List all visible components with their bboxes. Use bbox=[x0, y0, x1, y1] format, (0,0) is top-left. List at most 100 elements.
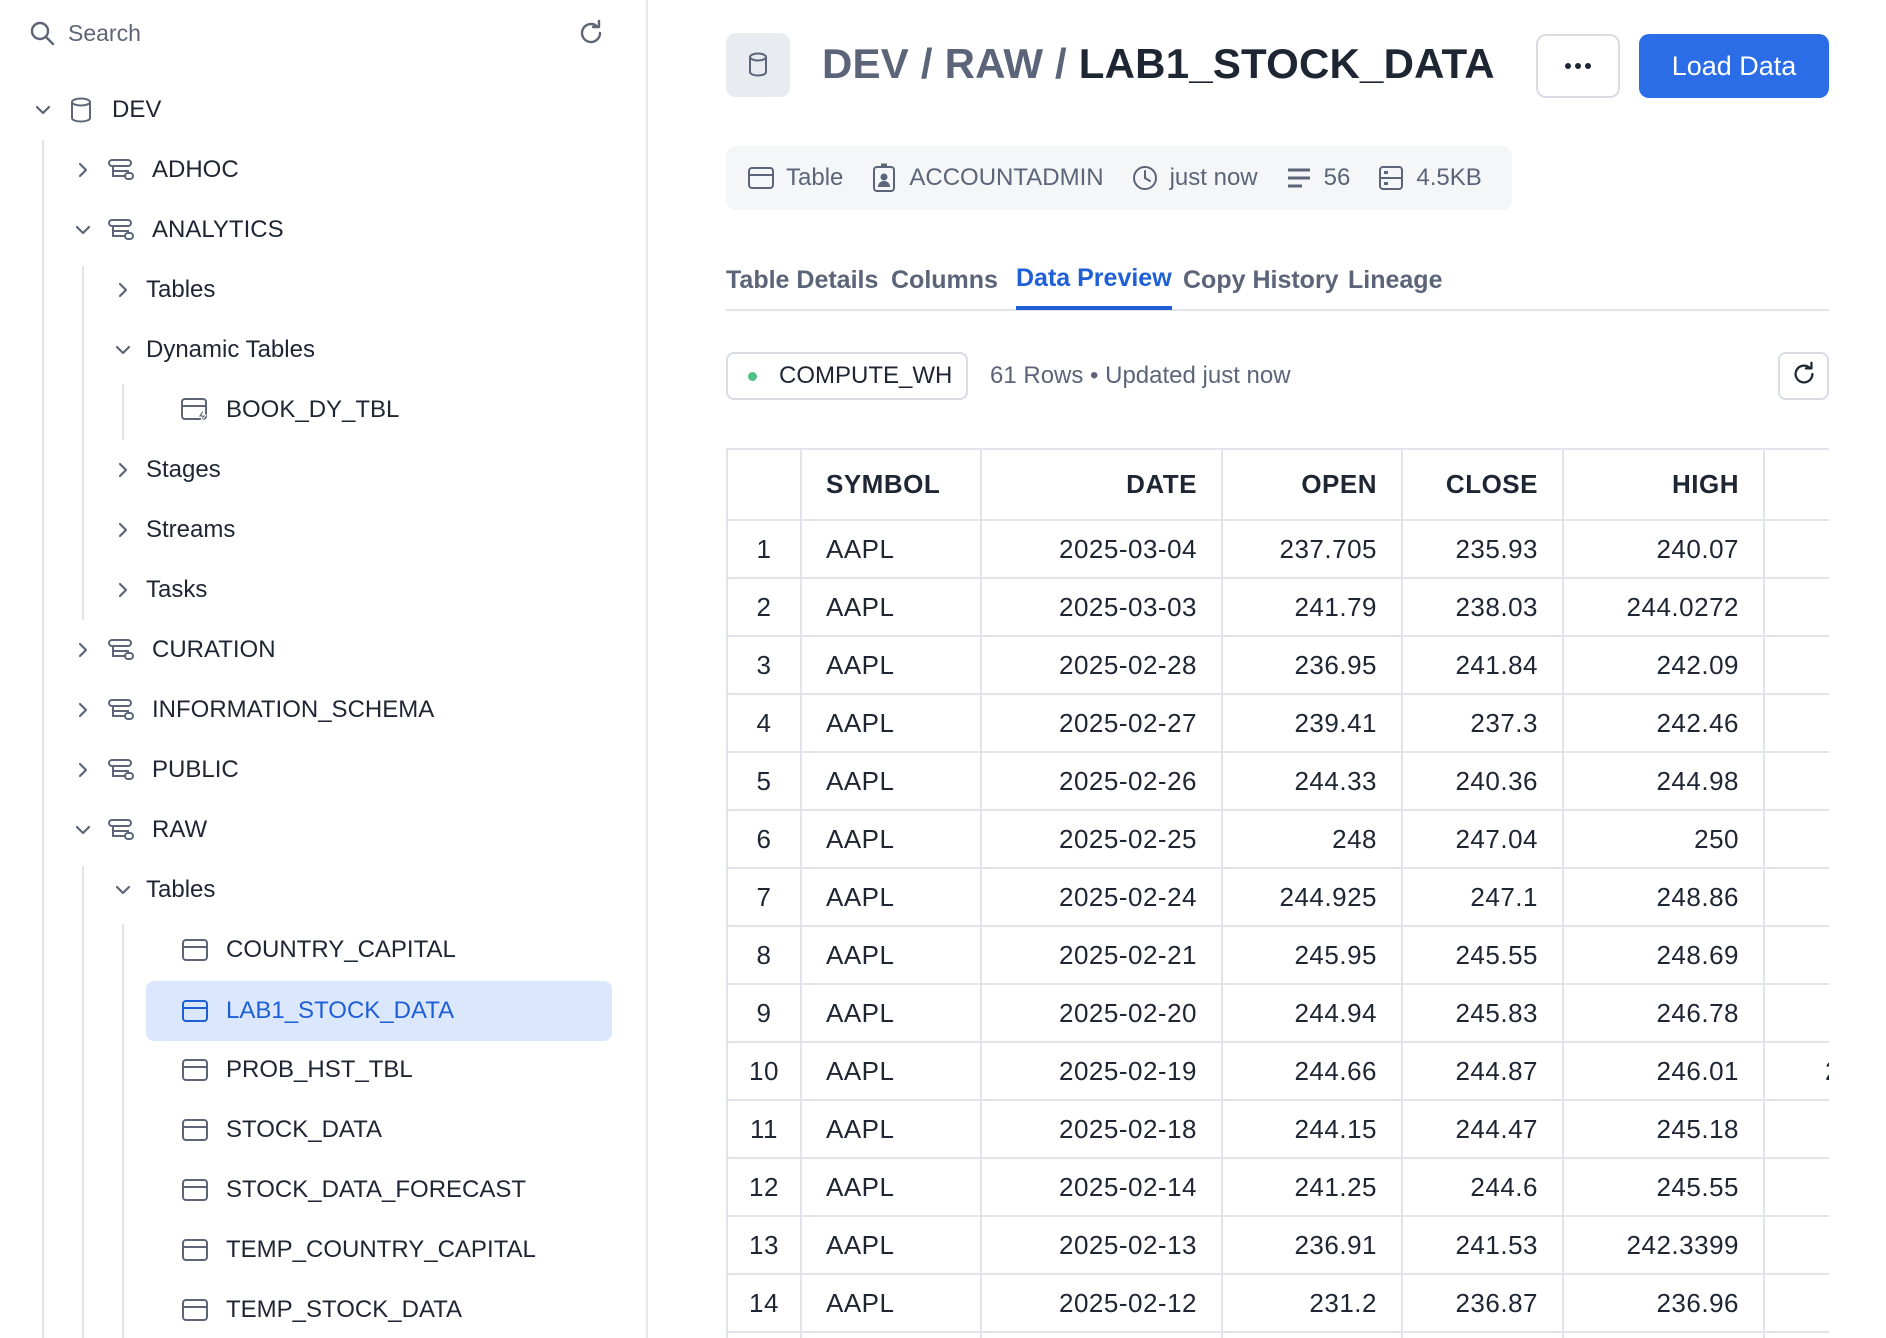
cell-date[interactable]: 2025-03-04 bbox=[981, 520, 1223, 579]
cell-low[interactable] bbox=[1764, 578, 1829, 637]
breadcrumb-database[interactable]: DEV bbox=[822, 40, 909, 87]
tree-item-tasks[interactable]: Tasks bbox=[110, 565, 207, 615]
cell-high[interactable]: 242.3399 bbox=[1563, 1216, 1765, 1275]
cell-date[interactable]: 2025-02-12 bbox=[981, 1274, 1223, 1333]
cell-close[interactable]: 247.1 bbox=[1402, 868, 1564, 927]
cell-high[interactable]: 242.09 bbox=[1563, 636, 1765, 695]
cell-open[interactable]: 239.41 bbox=[1222, 694, 1403, 753]
cell-close[interactable]: 236.87 bbox=[1402, 1274, 1564, 1333]
tree-item-adhoc[interactable]: ADHOC bbox=[70, 145, 239, 195]
tree-item-information-schema[interactable]: INFORMATION_SCHEMA bbox=[70, 685, 434, 735]
search-bar[interactable]: Search bbox=[28, 14, 608, 52]
cell-high[interactable]: 250 bbox=[1563, 810, 1765, 869]
cell-symbol[interactable]: AAPL bbox=[801, 1158, 982, 1217]
cell-low[interactable]: 2 bbox=[1764, 1042, 1829, 1101]
cell-date[interactable]: 2025-02-21 bbox=[981, 926, 1223, 985]
table-row[interactable]: 11 AAPL 2025-02-18 244.15 244.47 245.18 bbox=[728, 1100, 1829, 1159]
tree-item-book-dy-tbl[interactable]: BOOK_DY_TBL bbox=[180, 385, 399, 435]
cell-high[interactable]: 248.86 bbox=[1563, 868, 1765, 927]
cell-low[interactable] bbox=[1764, 694, 1829, 753]
cell-symbol[interactable]: AAPL bbox=[801, 1100, 982, 1159]
cell-high[interactable]: 248.69 bbox=[1563, 926, 1765, 985]
cell-low[interactable] bbox=[1764, 810, 1829, 869]
cell-symbol[interactable]: AAPL bbox=[801, 694, 982, 753]
tree-item-curation[interactable]: CURATION bbox=[70, 625, 276, 675]
chevron-right-icon[interactable] bbox=[110, 577, 136, 603]
column-header-date[interactable]: DATE bbox=[981, 450, 1223, 521]
table-row[interactable]: 8 AAPL 2025-02-21 245.95 245.55 248.69 bbox=[728, 926, 1829, 985]
cell-high[interactable] bbox=[1563, 1332, 1765, 1338]
cell-low[interactable] bbox=[1764, 752, 1829, 811]
tree-item-temp-country-capital[interactable]: TEMP_COUNTRY_CAPITAL bbox=[180, 1225, 536, 1275]
chevron-down-icon[interactable] bbox=[110, 337, 136, 363]
cell-index[interactable]: 2 bbox=[728, 578, 802, 637]
cell-close[interactable]: 238.03 bbox=[1402, 578, 1564, 637]
cell-date[interactable]: 2025-02-25 bbox=[981, 810, 1223, 869]
cell-index[interactable]: 7 bbox=[728, 868, 802, 927]
cell-high[interactable]: 245.55 bbox=[1563, 1158, 1765, 1217]
cell-close[interactable]: 241.84 bbox=[1402, 636, 1564, 695]
cell-open[interactable]: 241.25 bbox=[1222, 1158, 1403, 1217]
cell-index[interactable]: 14 bbox=[728, 1274, 802, 1333]
cell-open[interactable]: 236.95 bbox=[1222, 636, 1403, 695]
cell-close[interactable]: 244.87 bbox=[1402, 1042, 1564, 1101]
column-header-close[interactable]: CLOSE bbox=[1402, 450, 1564, 521]
cell-date[interactable]: 2025-02-14 bbox=[981, 1158, 1223, 1217]
cell-close[interactable]: 245.83 bbox=[1402, 984, 1564, 1043]
cell-date[interactable]: 2025-02-28 bbox=[981, 636, 1223, 695]
cell-close[interactable]: 235.93 bbox=[1402, 520, 1564, 579]
table-row[interactable]: 12 AAPL 2025-02-14 241.25 244.6 245.55 bbox=[728, 1158, 1829, 1217]
cell-symbol[interactable]: AAPL bbox=[801, 636, 982, 695]
cell-symbol[interactable]: AAPL bbox=[801, 520, 982, 579]
table-row[interactable]: 4 AAPL 2025-02-27 239.41 237.3 242.46 bbox=[728, 694, 1829, 753]
refresh-icon[interactable] bbox=[574, 16, 608, 50]
cell-open[interactable]: 244.15 bbox=[1222, 1100, 1403, 1159]
cell-index[interactable]: 13 bbox=[728, 1216, 802, 1275]
load-data-button[interactable]: Load Data bbox=[1639, 34, 1829, 98]
table-row[interactable]: 2 AAPL 2025-03-03 241.79 238.03 244.0272 bbox=[728, 578, 1829, 637]
table-row[interactable]: 6 AAPL 2025-02-25 248 247.04 250 bbox=[728, 810, 1829, 869]
cell-low[interactable] bbox=[1764, 636, 1829, 695]
cell-index[interactable]: 3 bbox=[728, 636, 802, 695]
cell-index[interactable] bbox=[728, 1332, 802, 1338]
breadcrumb-schema[interactable]: RAW bbox=[945, 40, 1044, 87]
cell-high[interactable]: 246.01 bbox=[1563, 1042, 1765, 1101]
cell-high[interactable]: 242.46 bbox=[1563, 694, 1765, 753]
chevron-right-icon[interactable] bbox=[110, 457, 136, 483]
tree-item-raw[interactable]: RAW bbox=[70, 805, 207, 855]
tree-item-analytics[interactable]: ANALYTICS bbox=[70, 205, 284, 255]
cell-open[interactable]: 248 bbox=[1222, 810, 1403, 869]
cell-symbol[interactable]: AAPL bbox=[801, 926, 982, 985]
cell-open[interactable]: 244.33 bbox=[1222, 752, 1403, 811]
cell-low[interactable] bbox=[1764, 1332, 1829, 1338]
cell-open[interactable]: 244.925 bbox=[1222, 868, 1403, 927]
cell-date[interactable] bbox=[981, 1332, 1223, 1338]
cell-close[interactable]: 240.36 bbox=[1402, 752, 1564, 811]
cell-low[interactable] bbox=[1764, 520, 1829, 579]
table-row[interactable]: 3 AAPL 2025-02-28 236.95 241.84 242.09 bbox=[728, 636, 1829, 695]
chevron-down-icon[interactable] bbox=[30, 97, 56, 123]
cell-open[interactable]: 236.91 bbox=[1222, 1216, 1403, 1275]
table-row[interactable]: 9 AAPL 2025-02-20 244.94 245.83 246.78 bbox=[728, 984, 1829, 1043]
cell-high[interactable]: 246.78 bbox=[1563, 984, 1765, 1043]
search-input[interactable]: Search bbox=[68, 20, 141, 47]
cell-index[interactable]: 8 bbox=[728, 926, 802, 985]
cell-close[interactable]: 244.6 bbox=[1402, 1158, 1564, 1217]
chevron-right-icon[interactable] bbox=[70, 757, 96, 783]
cell-open[interactable]: 237.705 bbox=[1222, 520, 1403, 579]
cell-close[interactable]: 245.55 bbox=[1402, 926, 1564, 985]
cell-open[interactable]: 241.79 bbox=[1222, 578, 1403, 637]
table-row[interactable]: 1 AAPL 2025-03-04 237.705 235.93 240.07 bbox=[728, 520, 1829, 579]
cell-high[interactable]: 244.0272 bbox=[1563, 578, 1765, 637]
cell-high[interactable]: 236.96 bbox=[1563, 1274, 1765, 1333]
tab-table-details[interactable]: Table Details bbox=[726, 250, 878, 310]
tree-item-stock-data-forecast[interactable]: STOCK_DATA_FORECAST bbox=[180, 1165, 526, 1215]
cell-low[interactable] bbox=[1764, 1100, 1829, 1159]
tab-data-preview[interactable]: Data Preview bbox=[1016, 250, 1172, 310]
cell-low[interactable] bbox=[1764, 1158, 1829, 1217]
refresh-preview-button[interactable] bbox=[1778, 352, 1829, 400]
cell-high[interactable]: 245.18 bbox=[1563, 1100, 1765, 1159]
cell-open[interactable]: 244.66 bbox=[1222, 1042, 1403, 1101]
cell-symbol[interactable]: AAPL bbox=[801, 868, 982, 927]
tab-copy-history[interactable]: Copy History bbox=[1183, 250, 1339, 310]
